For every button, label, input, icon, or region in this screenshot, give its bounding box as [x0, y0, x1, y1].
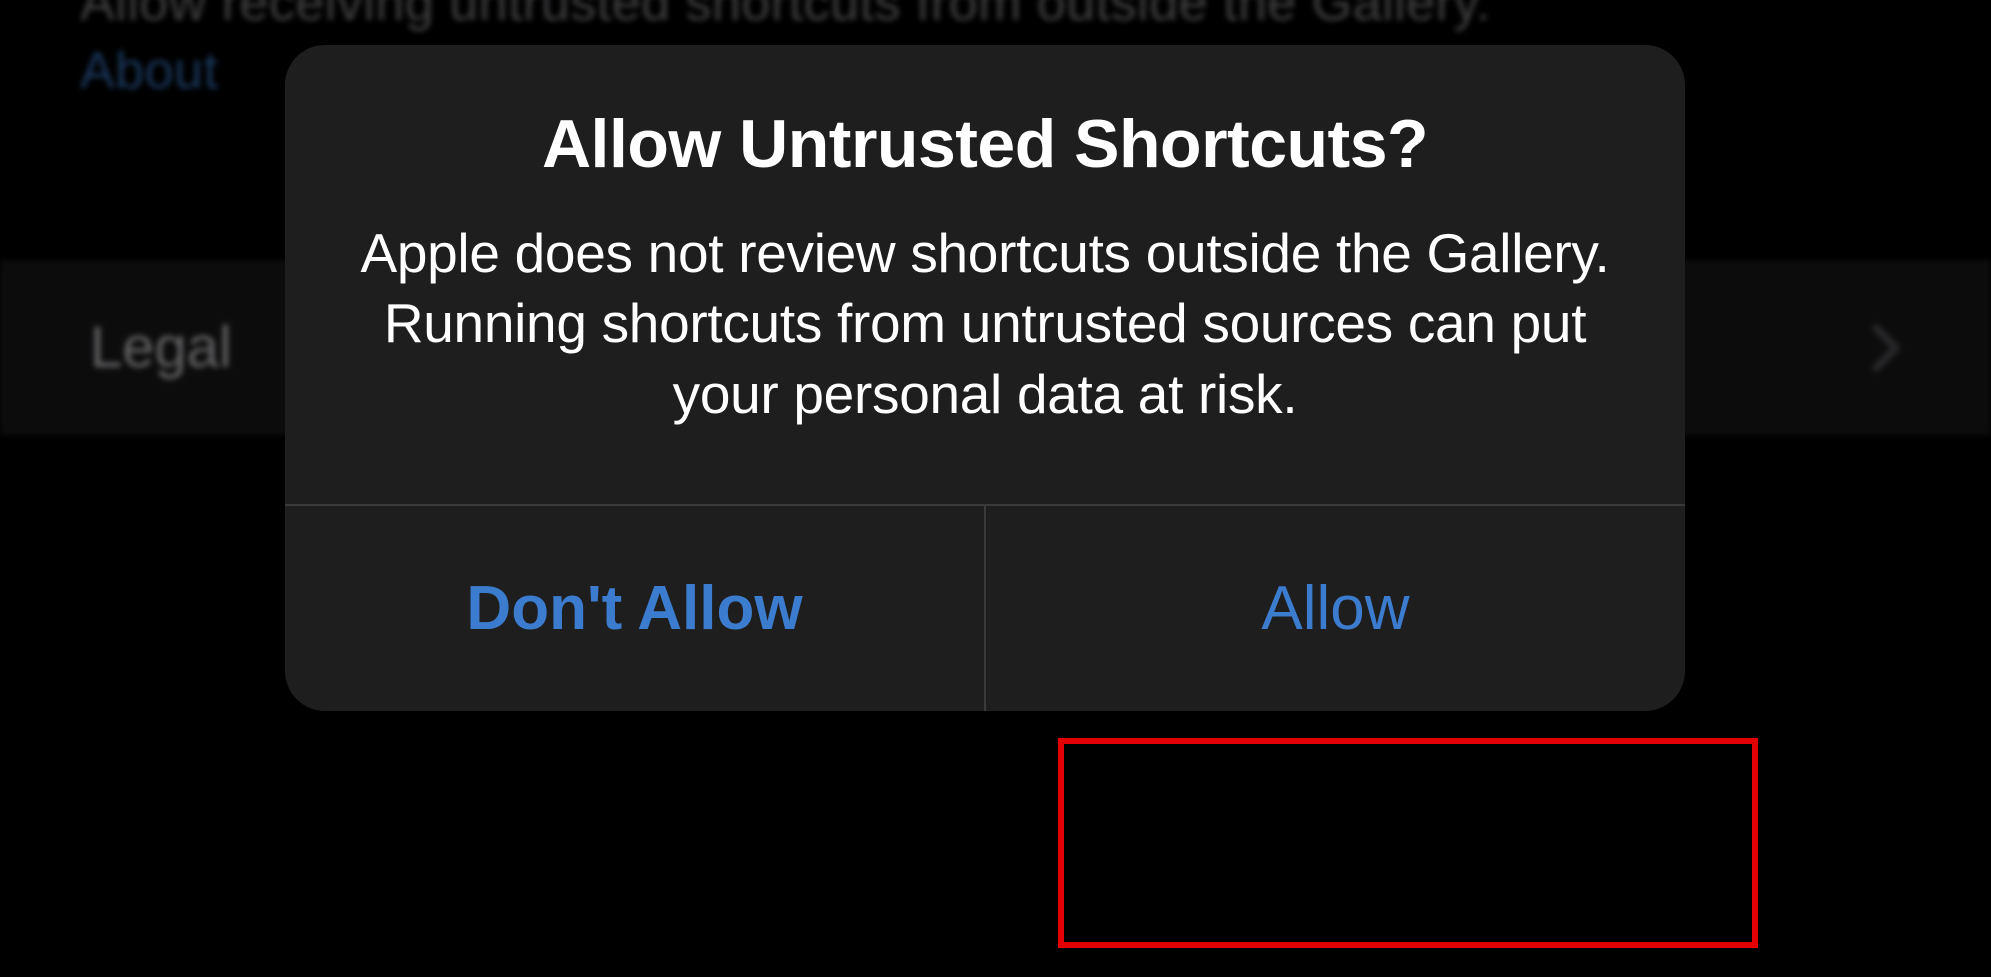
dont-allow-button[interactable]: Don't Allow — [285, 506, 984, 711]
alert-button-row: Don't Allow Allow — [285, 506, 1685, 711]
legal-row-label: Legal — [90, 314, 232, 381]
alert-title: Allow Untrusted Shortcuts? — [345, 105, 1625, 183]
setting-description-text: Allow receiving untrusted shortcuts from… — [80, 0, 1491, 32]
about-link[interactable]: About — [80, 42, 218, 100]
alert-message: Apple does not review shortcuts outside … — [345, 218, 1625, 429]
allow-button[interactable]: Allow — [986, 506, 1685, 711]
alert-dialog: Allow Untrusted Shortcuts? Apple does no… — [285, 45, 1685, 711]
alert-body: Allow Untrusted Shortcuts? Apple does no… — [285, 45, 1685, 504]
chevron-right-icon — [1871, 323, 1901, 373]
